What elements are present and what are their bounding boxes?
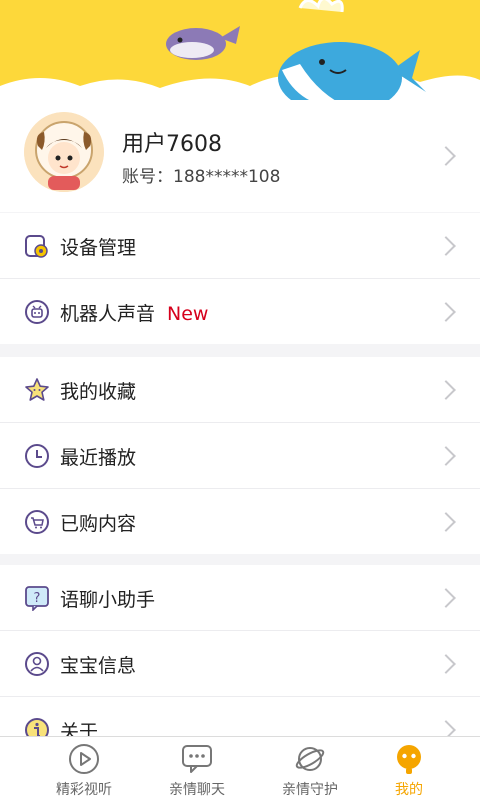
menu-label: 最近播放 [60, 447, 137, 469]
username: 用户7608 [122, 132, 222, 157]
menu-label: 语聊小助手 [60, 589, 156, 611]
chevron-right-icon [436, 512, 456, 532]
chevron-right-icon [436, 302, 456, 322]
new-badge: New [167, 303, 209, 325]
menu-item-device-management[interactable]: 设备管理 [0, 213, 480, 279]
header-banner [0, 0, 480, 112]
chevron-right-icon [436, 654, 456, 674]
robot-head-icon [397, 745, 421, 774]
tab-media[interactable]: 精彩视听 [24, 737, 144, 801]
chevron-right-icon [436, 380, 456, 400]
tab-family-chat[interactable]: 亲情聊天 [137, 737, 257, 801]
menu-item-baby-info[interactable]: 宝宝信息 [0, 631, 480, 697]
menu-item-favorites[interactable]: 我的收藏 [0, 357, 480, 423]
cart-icon [25, 510, 49, 534]
menu-group-other: ? 语聊小助手 宝宝信息 关于 [0, 565, 480, 762]
account-number: 账号：188*****108 [122, 167, 281, 187]
profile-card[interactable]: 用户7608 账号：188*****108 [0, 100, 480, 212]
tab-mine[interactable]: 我的 [349, 737, 469, 801]
tab-label: 我的 [395, 782, 423, 798]
purple-whale-illustration [166, 26, 240, 60]
menu-item-purchased[interactable]: 已购内容 [0, 489, 480, 554]
chevron-right-icon [436, 588, 456, 608]
menu-group-device: 设备管理 机器人声音 New [0, 213, 480, 344]
chevron-right-icon [436, 446, 456, 466]
star-icon [25, 378, 49, 401]
bottom-tab-bar: 精彩视听 亲情聊天 亲情守护 我的 [0, 736, 480, 801]
menu-group-content: 我的收藏 最近播放 已购内容 [0, 357, 480, 554]
avatar[interactable] [24, 112, 104, 192]
menu-item-chat-assistant[interactable]: ? 语聊小助手 [0, 565, 480, 631]
svg-text:?: ? [34, 591, 41, 606]
menu-label: 已购内容 [60, 513, 137, 535]
robot-voice-icon [25, 300, 49, 324]
menu-label: 我的收藏 [60, 381, 137, 403]
play-circle-icon [69, 744, 99, 774]
menu-label: 机器人声音 [60, 303, 156, 325]
baby-profile-icon [25, 652, 49, 676]
device-gear-icon [25, 235, 48, 258]
chat-bubble-icon [182, 745, 212, 773]
tab-label: 精彩视听 [56, 782, 112, 798]
chevron-right-icon [436, 146, 456, 166]
menu-item-robot-voice[interactable]: 机器人声音 New [0, 279, 480, 344]
chevron-right-icon [436, 236, 456, 256]
planet-icon [295, 747, 325, 771]
menu-label: 宝宝信息 [60, 655, 137, 677]
clock-icon [25, 444, 49, 468]
menu-item-recent-plays[interactable]: 最近播放 [0, 423, 480, 489]
tab-label: 亲情聊天 [169, 782, 225, 798]
menu-label: 设备管理 [60, 237, 137, 259]
help-chat-icon: ? [25, 586, 49, 611]
